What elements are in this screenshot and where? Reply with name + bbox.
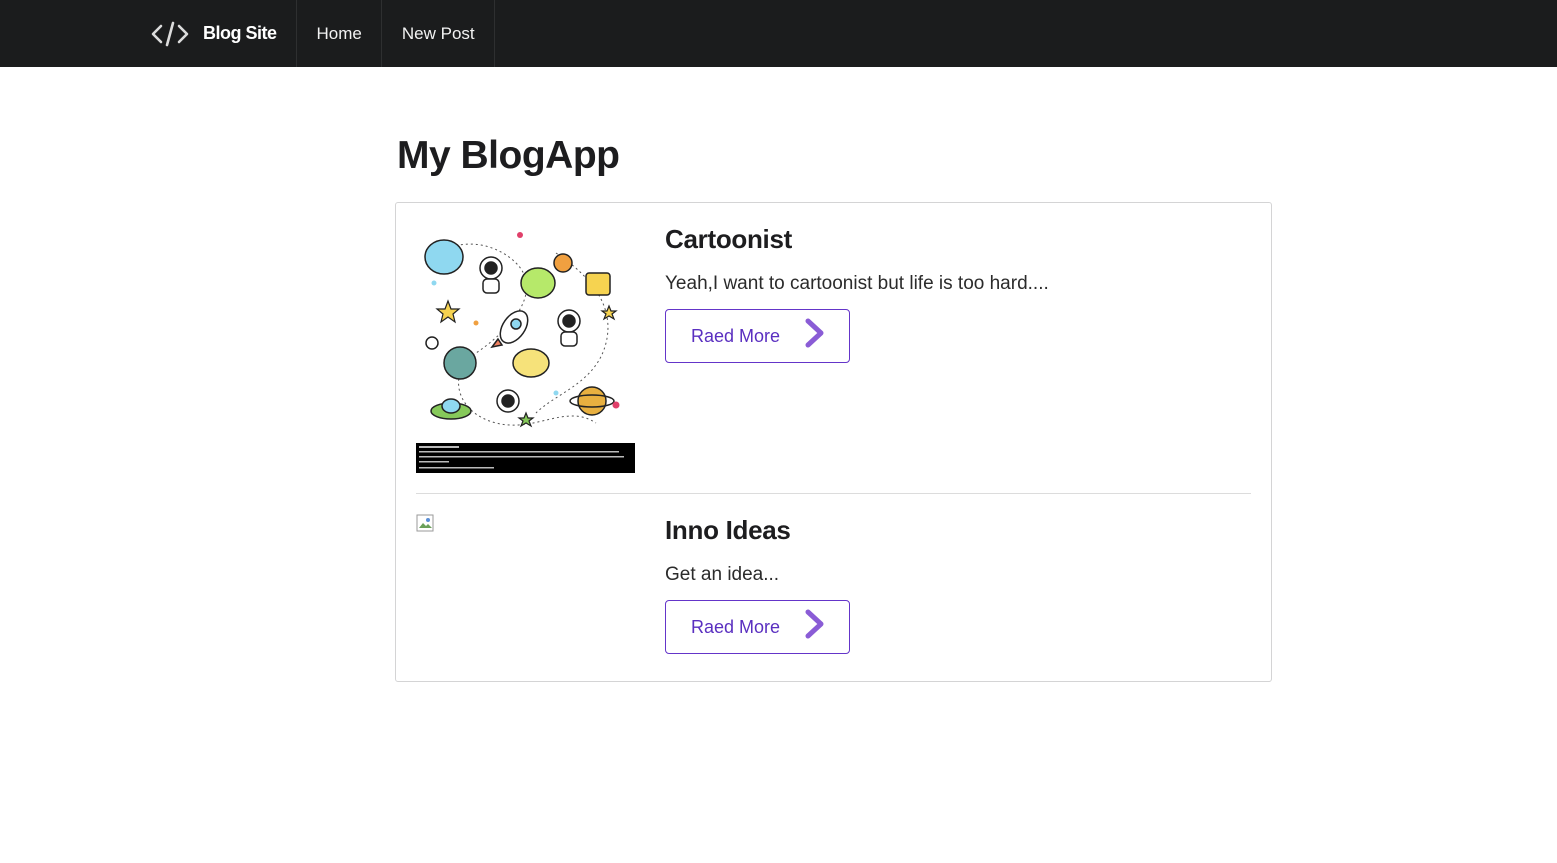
code-icon — [151, 21, 189, 46]
post-thumbnail-space-doodle — [416, 223, 635, 473]
chevron-right-icon — [805, 318, 824, 348]
post-list: Cartoonist Yeah,I want to cartoonist but… — [395, 202, 1272, 682]
read-more-button[interactable]: Raed More — [665, 600, 850, 654]
page-title: My BlogApp — [397, 134, 620, 177]
read-more-button[interactable]: Raed More — [665, 309, 850, 363]
nav-item-new-post[interactable]: New Post — [382, 0, 495, 67]
post-excerpt: Yeah,I want to cartoonist but life is to… — [665, 273, 1049, 294]
post-title[interactable]: Cartoonist — [665, 224, 792, 255]
brand-link[interactable]: Blog Site — [151, 0, 297, 67]
read-more-label: Raed More — [691, 325, 781, 346]
brand-label: Blog Site — [203, 23, 277, 43]
chevron-right-icon — [805, 609, 824, 639]
nav-item-home[interactable]: Home — [297, 0, 382, 67]
post-item: Cartoonist Yeah,I want to cartoonist but… — [416, 223, 1251, 494]
top-navbar: Blog Site Home New Post — [0, 0, 1557, 67]
broken-image-icon — [416, 514, 434, 532]
post-item: Inno Ideas Get an idea... Raed More — [416, 514, 1251, 664]
post-excerpt: Get an idea... — [665, 564, 780, 585]
post-title[interactable]: Inno Ideas — [665, 515, 791, 546]
read-more-label: Raed More — [691, 616, 781, 637]
